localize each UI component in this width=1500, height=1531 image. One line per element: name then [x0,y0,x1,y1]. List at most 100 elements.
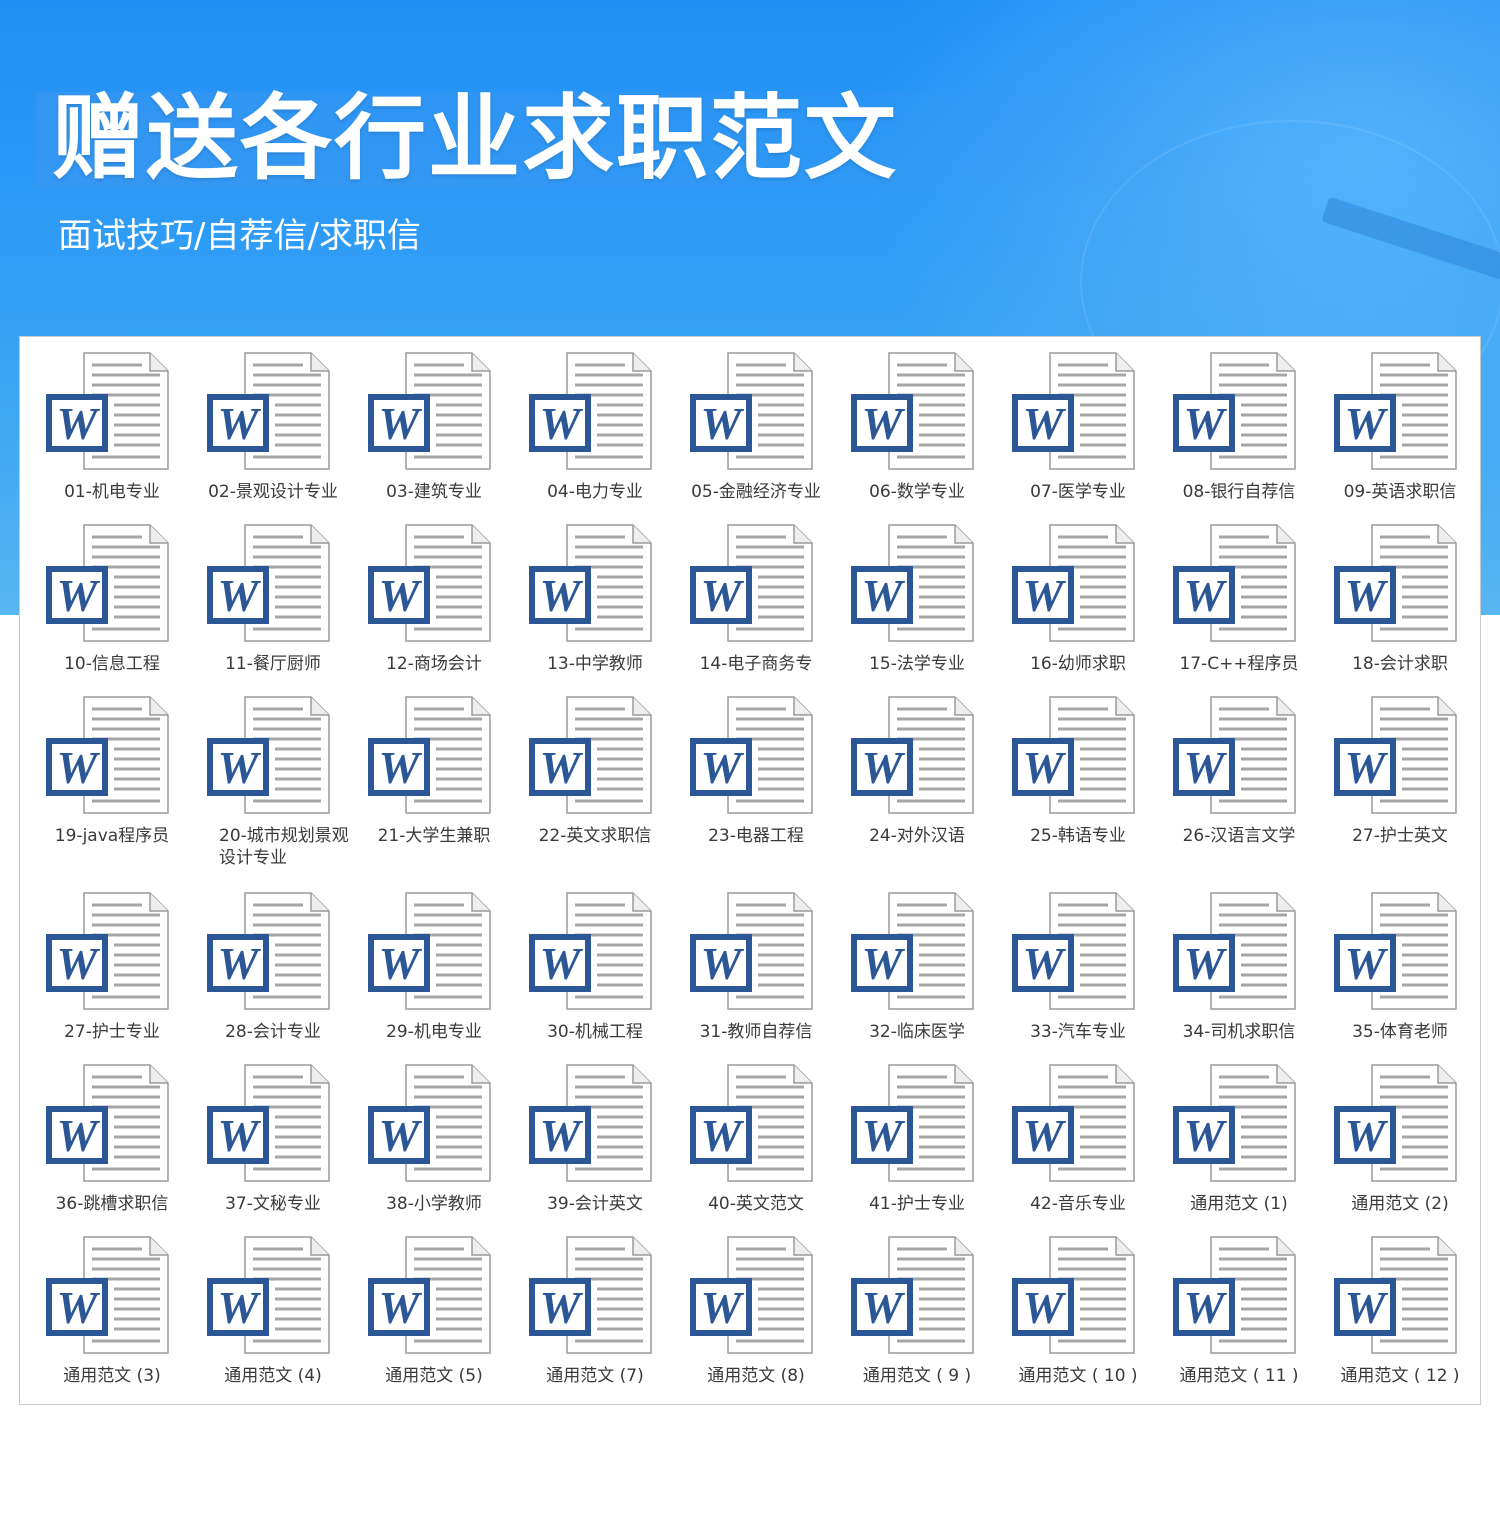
file-name-label: 20-城市规划景观设计专业 [219,826,349,868]
file-item[interactable]: W 34-司机求职信 [1171,887,1332,1059]
svg-text:W: W [218,1282,262,1333]
file-item[interactable]: W 17-C++程序员 [1171,519,1332,691]
file-item[interactable]: W 18-会计求职 [1332,519,1493,691]
file-name-label: 38-小学教师 [386,1194,482,1214]
file-name-label: 32-临床医学 [869,1022,965,1042]
file-item[interactable]: W 15-法学专业 [849,519,1010,691]
svg-text:W: W [218,1110,262,1161]
file-item[interactable]: W 38-小学教师 [366,1059,527,1231]
file-name-label: 03-建筑专业 [386,482,482,502]
svg-text:W: W [1345,1110,1389,1161]
file-item[interactable]: W 20-城市规划景观设计专业 [205,691,366,887]
file-name-label: 35-体育老师 [1352,1022,1448,1042]
file-item[interactable]: W 33-汽车专业 [1010,887,1171,1059]
file-item[interactable]: W 10-信息工程 [44,519,205,691]
file-item[interactable]: W 23-电器工程 [688,691,849,887]
file-item[interactable]: W 36-跳槽求职信 [44,1059,205,1231]
svg-text:W: W [862,398,906,449]
file-item[interactable]: W 24-对外汉语 [849,691,1010,887]
file-item[interactable]: W 30-机械工程 [527,887,688,1059]
file-item[interactable]: W 通用范文 (5) [366,1231,527,1399]
file-item[interactable]: W 35-体育老师 [1332,887,1493,1059]
word-document-icon: W [44,351,170,473]
file-item[interactable]: W 26-汉语言文学 [1171,691,1332,887]
file-name-label: 31-教师自荐信 [699,1022,813,1042]
file-item[interactable]: W 41-护士专业 [849,1059,1010,1231]
file-item[interactable]: W 07-医学专业 [1010,347,1171,519]
word-document-icon: W [44,523,170,645]
file-item[interactable]: W 25-韩语专业 [1010,691,1171,887]
word-document-icon: W [527,351,653,473]
word-document-icon: W [1332,523,1458,645]
file-item[interactable]: W 42-音乐专业 [1010,1059,1171,1231]
file-item[interactable]: W 22-英文求职信 [527,691,688,887]
svg-text:W: W [1345,742,1389,793]
file-name-label: 30-机械工程 [547,1022,643,1042]
file-item[interactable]: W 19-java程序员 [44,691,205,887]
file-item[interactable]: W 27-护士英文 [1332,691,1493,887]
file-item[interactable]: W 06-数学专业 [849,347,1010,519]
file-item[interactable]: W 03-建筑专业 [366,347,527,519]
file-item[interactable]: W 27-护士专业 [44,887,205,1059]
file-item[interactable]: W 13-中学教师 [527,519,688,691]
file-item[interactable]: W 通用范文 (8) [688,1231,849,1399]
svg-text:W: W [701,570,745,621]
file-item[interactable]: W 01-机电专业 [44,347,205,519]
word-document-icon: W [366,1063,492,1185]
file-item[interactable]: W 通用范文 ( 9 ) [849,1231,1010,1399]
svg-text:W: W [379,938,423,989]
file-item[interactable]: W 16-幼师求职 [1010,519,1171,691]
file-item[interactable]: W 08-银行自荐信 [1171,347,1332,519]
file-name-label: 36-跳槽求职信 [55,1194,169,1214]
word-document-icon: W [1010,351,1136,473]
file-item[interactable]: W 通用范文 (4) [205,1231,366,1399]
svg-text:W: W [57,1110,101,1161]
file-item[interactable]: W 通用范文 (1) [1171,1059,1332,1231]
file-name-label: 27-护士专业 [64,1022,160,1042]
file-item[interactable]: W 通用范文 ( 11 ) [1171,1231,1332,1399]
svg-text:W: W [1023,570,1067,621]
file-item[interactable]: W 21-大学生兼职 [366,691,527,887]
file-name-label: 08-银行自荐信 [1182,482,1296,502]
file-item[interactable]: W 40-英文范文 [688,1059,849,1231]
file-item[interactable]: W 11-餐厅厨师 [205,519,366,691]
svg-text:W: W [379,570,423,621]
file-item[interactable]: W 14-电子商务专 [688,519,849,691]
word-document-icon: W [1332,891,1458,1013]
file-item[interactable]: W 28-会计专业 [205,887,366,1059]
file-item[interactable]: W 39-会计英文 [527,1059,688,1231]
file-item[interactable]: W 32-临床医学 [849,887,1010,1059]
file-name-label: 24-对外汉语 [869,826,965,846]
svg-text:W: W [1023,938,1067,989]
svg-text:W: W [1345,938,1389,989]
file-name-label: 通用范文 (1) [1190,1194,1288,1214]
file-item[interactable]: W 通用范文 (2) [1332,1059,1493,1231]
word-document-icon: W [1010,891,1136,1013]
file-name-label: 40-英文范文 [708,1194,804,1214]
file-item[interactable]: W 31-教师自荐信 [688,887,849,1059]
file-item[interactable]: W 37-文秘专业 [205,1059,366,1231]
file-item[interactable]: W 通用范文 ( 12 ) [1332,1231,1493,1399]
file-item[interactable]: W 05-金融经济专业 [688,347,849,519]
word-document-icon: W [205,351,331,473]
file-item[interactable]: W 通用范文 ( 10 ) [1010,1231,1171,1399]
word-document-icon: W [527,891,653,1013]
word-document-icon: W [205,695,331,817]
file-name-label: 10-信息工程 [64,654,160,674]
file-item[interactable]: W 通用范文 (3) [44,1231,205,1399]
file-item[interactable]: W 09-英语求职信 [1332,347,1493,519]
word-document-icon: W [366,1235,492,1357]
svg-text:W: W [701,1282,745,1333]
file-item[interactable]: W 12-商场会计 [366,519,527,691]
svg-text:W: W [379,398,423,449]
file-name-label: 通用范文 ( 9 ) [862,1366,972,1386]
file-item[interactable]: W 通用范文 (7) [527,1231,688,1399]
file-item[interactable]: W 29-机电专业 [366,887,527,1059]
svg-text:W: W [1023,1282,1067,1333]
file-item[interactable]: W 02-景观设计专业 [205,347,366,519]
file-name-label: 34-司机求职信 [1182,1022,1296,1042]
svg-text:W: W [862,570,906,621]
file-item[interactable]: W 04-电力专业 [527,347,688,519]
file-name-label: 通用范文 (5) [385,1366,483,1386]
svg-text:W: W [218,570,262,621]
